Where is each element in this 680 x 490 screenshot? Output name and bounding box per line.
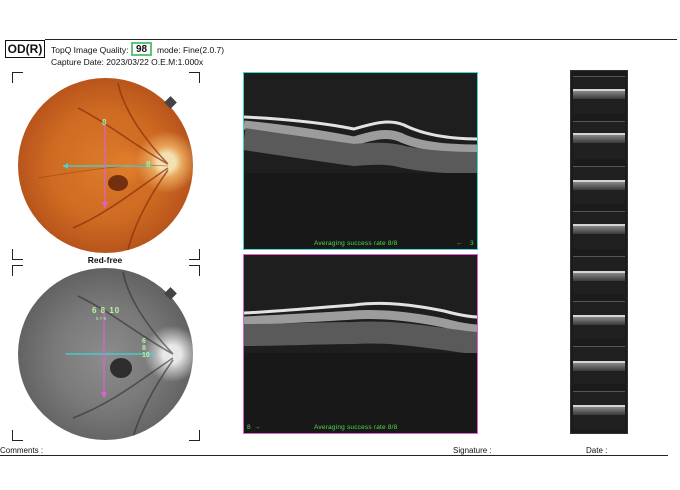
oct-bottom-marker: 8 (247, 424, 251, 431)
oct-horizontal-scan: Averaging success rate 8/8 ← 3 (243, 72, 478, 250)
oct-bottom-marker-arrow: → (254, 424, 261, 431)
eye-label: OD(R) (5, 40, 45, 58)
oct-bottom-rate: Averaging success rate 8/8 (314, 424, 398, 431)
quality-label: TopQ Image Quality: (51, 45, 129, 55)
capture-date: Capture Date: 2023/03/22 O.E.M:1.000x (51, 57, 204, 67)
header-rule (45, 39, 677, 40)
oct-thumbnail (573, 391, 625, 429)
color-vertical-number: 8 (102, 118, 107, 127)
oct-thumbnail (573, 76, 625, 114)
signature-label: Signature : (453, 446, 492, 455)
oct-thumbnail (573, 301, 625, 339)
oct-top-rate: Averaging success rate 8/8 (314, 240, 398, 247)
red-free-label: Red-free (87, 255, 123, 265)
oct-vertical-scan: 8 → Averaging success rate 8/8 (243, 254, 478, 434)
date-label: Date : (586, 446, 608, 455)
oct-thumbnail (573, 256, 625, 294)
rf-small-numbers: 5 7 9 (96, 316, 107, 321)
color-horizontal-number: 8 (146, 160, 151, 169)
comments-label: Comments : (0, 446, 44, 455)
oct-top-layers (244, 115, 477, 249)
rf-side-numbers: 6 8 10 (142, 338, 150, 359)
quality-value: 98 (131, 42, 152, 56)
oct-thumbnail-strip (570, 70, 628, 434)
oct-thumbnail (573, 346, 625, 384)
oct-top-marker: 3 (470, 240, 474, 247)
rf-numbers: 6 8 10 (92, 306, 121, 315)
oct-thumbnail (573, 121, 625, 159)
oct-bottom-layers (244, 301, 477, 433)
footer-rule (0, 455, 668, 456)
oct-thumbnail (573, 211, 625, 249)
oct-thumbnail (573, 166, 625, 204)
mode-text: mode: Fine(2.0.7) (157, 45, 225, 55)
oct-top-marker-arrow: ← (456, 240, 463, 247)
